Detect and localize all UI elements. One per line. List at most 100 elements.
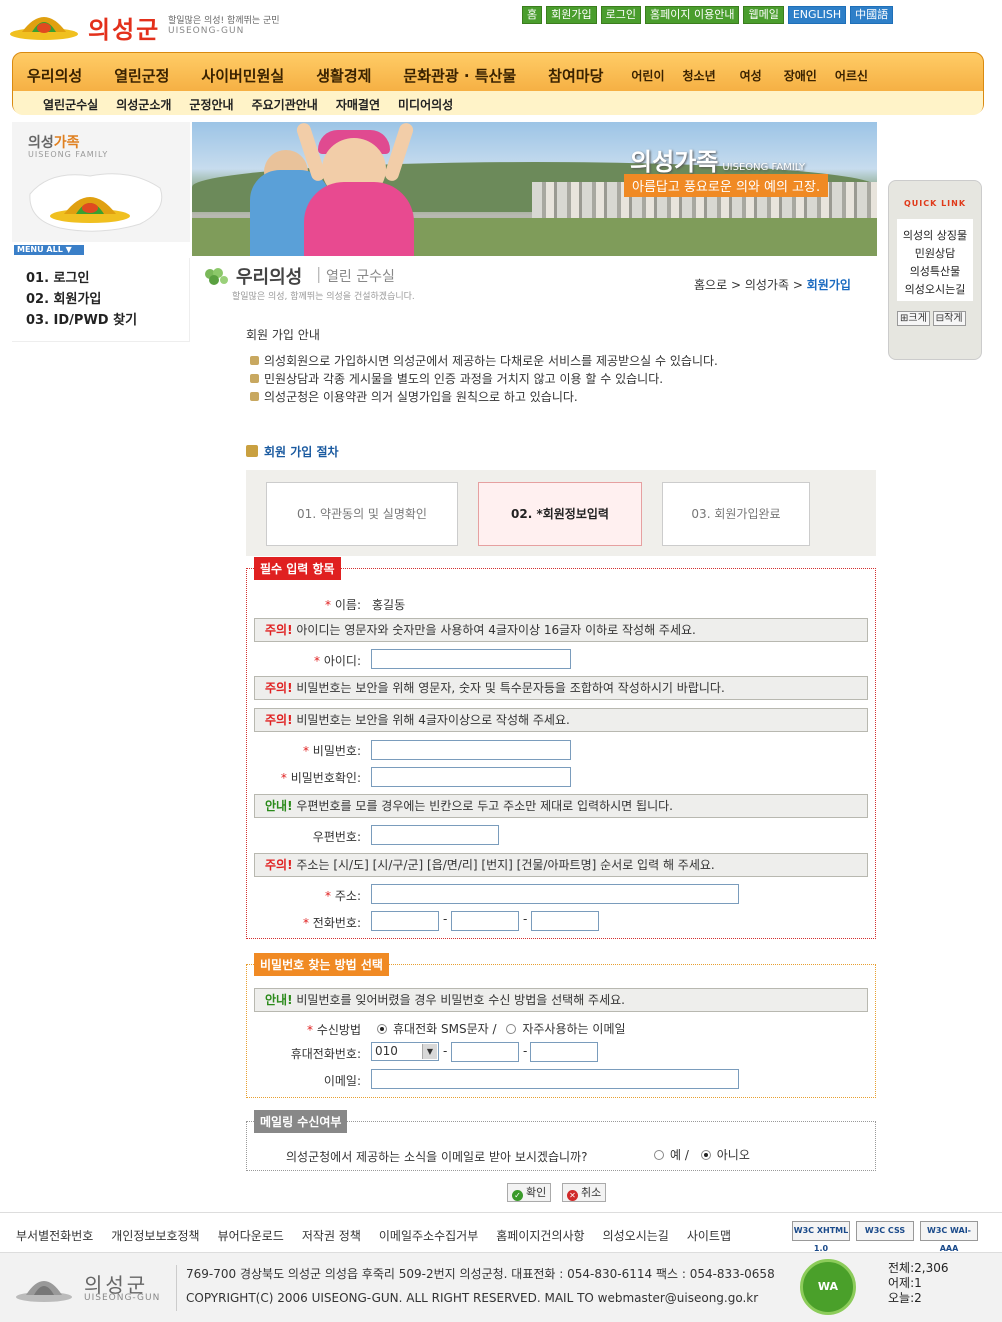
nav-item-uiseong[interactable]: 우리의성: [27, 65, 82, 86]
breadcrumb-family[interactable]: 의성가족: [745, 278, 789, 292]
clover-icon: [205, 268, 228, 285]
name-label: * 이름:: [325, 598, 361, 612]
nav-item-living-economy[interactable]: 생활경제: [316, 65, 371, 86]
phone-middle-input[interactable]: [451, 911, 519, 931]
subnav-item-media[interactable]: 미디어의성: [398, 96, 453, 113]
chinese-button[interactable]: 中國語: [850, 6, 894, 24]
menu-all-button[interactable]: MENU ALL ▼: [14, 245, 84, 255]
footer: 의성군 UISEONG-GUN 769-700 경상북도 의성군 의성읍 후죽리…: [0, 1252, 1002, 1322]
procedure-title: 회원 가입 절차: [246, 443, 339, 460]
page-title: 우리의성: [236, 267, 303, 288]
page-description: 할일많은 의성, 함께뛰는 의성을 건설하겠습니다.: [232, 292, 415, 302]
page-title-divider: |: [316, 264, 322, 283]
quick-link-directions[interactable]: 의성오시는길: [897, 281, 973, 299]
nav-item-seniors[interactable]: 어르신: [835, 67, 868, 84]
phone-label: * 전화번호:: [302, 916, 361, 930]
radio-email[interactable]: 자주사용하는 이메일: [506, 1022, 626, 1036]
nav-item-disabled[interactable]: 장애인: [784, 67, 817, 84]
check-icon: ✓: [512, 1190, 523, 1201]
radio-sms[interactable]: 휴대전화 SMS문자 /: [377, 1022, 497, 1036]
id-input[interactable]: [371, 649, 571, 669]
zoom-out-button[interactable]: ⊟작게: [932, 311, 966, 326]
quick-link-symbols[interactable]: 의성의 상징물: [897, 227, 973, 245]
join-guide-list: 의성회원으로 가입하시면 의성군에서 제공하는 다채로운 서비스를 제공받으실 …: [248, 352, 718, 406]
method-label: * 수신방법: [307, 1023, 361, 1037]
footer-link-directions[interactable]: 의성오시는길: [603, 1227, 669, 1244]
nav-item-open-admin[interactable]: 열린군정: [114, 65, 169, 86]
email-label: 이메일:: [323, 1074, 361, 1088]
join-button[interactable]: 회원가입: [546, 6, 597, 24]
radio-mailing-no[interactable]: 아니오: [700, 1148, 750, 1162]
webmail-button[interactable]: 웹메일: [743, 6, 784, 24]
footer-divider: [176, 1265, 177, 1311]
address-input[interactable]: [371, 884, 739, 904]
nav-item-culture-tourism[interactable]: 문화관광 · 특산물: [403, 65, 516, 86]
radio-button-icon: [377, 1024, 387, 1034]
mobile-middle-input[interactable]: [451, 1042, 519, 1062]
visitor-total: 전체:2,306: [888, 1261, 949, 1275]
confirm-button[interactable]: ✓ 확인: [507, 1183, 552, 1202]
radio-button-icon: [506, 1024, 517, 1034]
login-button[interactable]: 로그인: [600, 6, 641, 24]
password-input[interactable]: [371, 740, 571, 760]
quick-link-consult[interactable]: 민원상담: [897, 245, 973, 263]
zipcode-input[interactable]: [371, 825, 499, 845]
home-button[interactable]: 홈: [522, 6, 543, 24]
mailing-options: 예 / 아니오: [654, 1146, 750, 1163]
radio-button-icon: [654, 1150, 664, 1160]
footer-link-copyright[interactable]: 저작권 정책: [302, 1227, 361, 1244]
footer-link-privacy[interactable]: 개인정보보호정책: [111, 1227, 199, 1244]
footer-link-viewer[interactable]: 뷰어다운로드: [218, 1227, 284, 1244]
left-menu-login[interactable]: 01. 로그인: [26, 268, 189, 289]
pwfind-section-label: 비밀번호 찾는 방법 선택: [254, 953, 389, 976]
note-pwfind: 안내! 비밀번호를 잊어버렸을 경우 비밀번호 수신 방법을 선택해 주세요.: [254, 988, 868, 1012]
family-subtitle: UISEONG FAMILY: [28, 150, 109, 159]
phone-last-input[interactable]: [531, 911, 599, 931]
visitor-stats: 전체:2,306 어제:1 오늘:2: [888, 1261, 948, 1306]
usage-guide-button[interactable]: 홈페이지 이용안내: [644, 6, 740, 24]
w3c-wai-badge: W3C WAI-AAA: [920, 1221, 978, 1253]
radio-button-icon: [700, 1150, 711, 1160]
email-input[interactable]: [371, 1069, 739, 1089]
step-terms: 01. 약관동의 및 실명확인: [266, 482, 458, 546]
footer-link-suggestion[interactable]: 홈페이지건의사항: [496, 1227, 584, 1244]
nav-item-youth[interactable]: 청소년: [683, 67, 716, 84]
footer-address: 769-700 경상북도 의성군 의성읍 후죽리 509-2번지 의성군청. 대…: [186, 1267, 775, 1281]
guide-item: 민원상담과 각종 게시물을 별도의 인증 과정을 거치지 않고 이용 할 수 있…: [248, 370, 718, 388]
left-menu-join[interactable]: 02. 회원가입: [26, 289, 189, 310]
cancel-button[interactable]: ✕ 취소: [562, 1183, 607, 1202]
footer-logo-icon: [16, 1281, 72, 1302]
nav-item-women[interactable]: 여성: [740, 67, 762, 84]
banner-title: 의성가족 UISEONG FAMILY: [630, 148, 806, 176]
nav-item-participation[interactable]: 참여마당: [548, 65, 603, 86]
nav-item-cyber-civil[interactable]: 사이버민원실: [201, 65, 284, 86]
zoom-in-button[interactable]: ⊞크게: [897, 311, 930, 326]
site-logo[interactable]: 의성군 할일많은 의성! 함께뛰는 군민 UISEONG-GUN: [8, 4, 288, 44]
quick-link-products[interactable]: 의성특산물: [897, 263, 973, 281]
phone-area-input[interactable]: [371, 911, 439, 931]
mailing-section-label: 메일링 수신여부: [254, 1110, 348, 1133]
password-confirm-input[interactable]: [371, 767, 571, 787]
nav-item-children[interactable]: 어린이: [631, 67, 664, 84]
footer-link-phone[interactable]: 부서별전화번호: [16, 1227, 93, 1244]
footer-link-sitemap[interactable]: 사이트맵: [687, 1227, 731, 1244]
subnav-item-mayor[interactable]: 열린군수실: [43, 96, 98, 113]
footer-link-email-refuse[interactable]: 이메일주소수집거부: [379, 1227, 478, 1244]
close-icon: ✕: [567, 1190, 578, 1201]
subnav-item-sister[interactable]: 자매결연: [336, 96, 380, 113]
subnav-item-intro[interactable]: 의성군소개: [116, 96, 171, 113]
w3c-css-badge: W3C CSS: [856, 1221, 914, 1241]
subnav-item-admin[interactable]: 군정안내: [189, 96, 233, 113]
chevron-down-icon: ▼: [422, 1044, 437, 1059]
left-menu-find[interactable]: 03. ID/PWD 찾기: [26, 310, 189, 331]
join-guide-title: 회원 가입 안내: [246, 328, 320, 342]
left-menu: 01. 로그인 02. 회원가입 03. ID/PWD 찾기: [12, 258, 190, 342]
mobile-last-input[interactable]: [530, 1042, 598, 1062]
radio-mailing-yes[interactable]: 예 /: [654, 1148, 689, 1162]
logo-slogan: 할일많은 의성! 함께뛰는 군민: [168, 16, 280, 26]
breadcrumb-home[interactable]: 홈으로: [694, 278, 727, 292]
subnav-item-agencies[interactable]: 주요기관안내: [252, 96, 318, 113]
english-button[interactable]: ENGLISH: [787, 6, 847, 24]
procedure-steps: 01. 약관동의 및 실명확인 02. *회원정보입력 03. 회원가입완료: [246, 470, 876, 556]
mobile-prefix-select[interactable]: 010 ▼: [371, 1042, 439, 1061]
